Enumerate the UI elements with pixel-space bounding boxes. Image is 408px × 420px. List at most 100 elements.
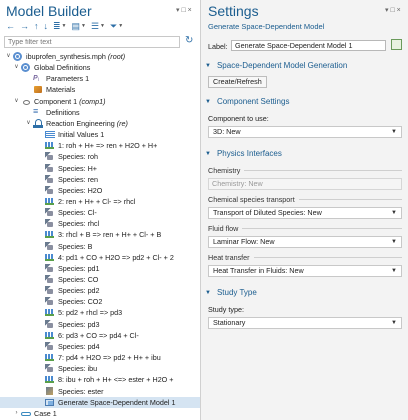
tree-item[interactable]: 1: roh + H+ => ren + H2O + H+ <box>0 140 200 151</box>
tree-item-label: Species: ibu <box>58 364 98 374</box>
create-refresh-button[interactable]: Create/Refresh <box>208 76 267 88</box>
tree-item-species[interactable]: Species: ester <box>0 386 200 397</box>
chevron-down-icon: ▼ <box>391 129 397 135</box>
tree-item-species[interactable]: Species: rhcl <box>0 218 200 229</box>
tree-item-species[interactable]: Species: Cl- <box>0 207 200 218</box>
section-physics[interactable]: ▼ Physics Interfaces <box>205 149 282 158</box>
tree-item[interactable]: 8: ibu + roh + H+ <=> ester + H2O + <box>0 374 200 385</box>
component-icon <box>21 97 31 106</box>
tree-item-species[interactable]: Species: H2O <box>0 185 200 196</box>
tree-item[interactable]: › Case 1 <box>0 408 200 419</box>
chevron-down-icon[interactable]: ▼ <box>118 23 123 29</box>
tree-item-label: 6: pd3 + CO => pd4 + Cl- <box>58 330 139 340</box>
species-icon <box>45 152 55 162</box>
chemical-transport-group-label: Chemical species transport <box>208 195 402 204</box>
species-icon <box>45 319 55 329</box>
expand-collapse-icon[interactable]: ∨ <box>12 96 21 107</box>
tree-item[interactable]: Initial Values 1 <box>0 129 200 140</box>
tree-item[interactable]: 7: pd4 + H2O => pd2 + H+ + ibu <box>0 352 200 363</box>
tree-item-species[interactable]: Species: CO <box>0 274 200 285</box>
tree-item-label: 4: pd1 + CO + H2O => pd2 + Cl- + 2 <box>58 252 174 262</box>
reaction-engineering-icon <box>33 118 43 128</box>
tree-view-icon[interactable]: ▤ <box>72 21 81 31</box>
tree-item[interactable]: 3: rhcl + B => ren + H+ + Cl- + B <box>0 229 200 240</box>
tree-item-label: Species: B <box>58 241 93 251</box>
section-component[interactable]: ▼ Component Settings <box>205 97 289 106</box>
component-to-use-select[interactable]: 3D: New ▼ <box>208 126 402 138</box>
back-arrow-icon[interactable]: ← <box>6 21 15 31</box>
expand-icon[interactable]: › <box>12 408 21 419</box>
fluid-flow-select[interactable]: Laminar Flow: New ▼ <box>208 236 402 248</box>
panel-window-controls[interactable]: ▾ □ × <box>385 6 401 14</box>
tree-item-label: Case 1 <box>34 408 57 418</box>
chevron-down-icon: ▼ <box>205 98 211 105</box>
panel-window-controls[interactable]: ▾ □ × <box>176 6 192 14</box>
chevron-down-icon[interactable]: ▼ <box>62 23 67 29</box>
tree-item-label: Species: pd3 <box>58 319 100 329</box>
chevron-down-icon[interactable]: ▼ <box>100 23 105 29</box>
list-options-icon[interactable]: ☰ <box>91 21 99 31</box>
section-study[interactable]: ▼ Study Type <box>205 288 257 297</box>
tree-item[interactable]: ∨ Reaction Engineering (re) <box>0 118 200 129</box>
chevron-down-icon: ▼ <box>205 289 211 296</box>
ester-species-icon <box>45 386 55 396</box>
move-down-icon[interactable]: ↓ <box>44 21 49 31</box>
tree-item[interactable]: ∨ Global Definitions <box>0 62 200 73</box>
tree-item-species[interactable]: Species: roh <box>0 151 200 162</box>
model-builder-panel: Model Builder ▾ □ × ← → ↑ ↓ ≣ ▼ ▤ ▼ ☰ ▼ ⏷ ▼ … <box>0 0 200 420</box>
tree-item-species[interactable]: Species: ibu <box>0 363 200 374</box>
tree-item[interactable]: 2: ren + H+ + Cl- => rhcl <box>0 196 200 207</box>
heat-transfer-select[interactable]: Heat Transfer in Fluids: New ▼ <box>208 265 402 277</box>
study-type-select[interactable]: Stationary ▼ <box>208 317 402 329</box>
label-options-icon[interactable] <box>391 39 402 50</box>
tree-item[interactable]: Materials <box>0 84 200 95</box>
filter-icon[interactable]: ⏷ <box>110 21 117 31</box>
study-type-caption: Study type: <box>208 305 244 314</box>
tree-item[interactable]: Definitions <box>0 106 200 118</box>
model-builder-toolbar: ← → ↑ ↓ ≣ ▼ ▤ ▼ ☰ ▼ ⏷ ▼ <box>6 20 123 32</box>
tree-item-species[interactable]: Species: pd2 <box>0 285 200 296</box>
tree-item[interactable]: 5: pd2 + rhcl => pd3 <box>0 307 200 318</box>
chevron-down-icon[interactable]: ▼ <box>81 23 86 29</box>
tree-item[interactable]: 6: pd3 + CO => pd4 + Cl- <box>0 330 200 341</box>
tree-item-label: Species: H2O <box>58 185 103 195</box>
tree-item-species[interactable]: Species: CO2 <box>0 296 200 307</box>
species-icon <box>45 208 55 218</box>
tree-item-species[interactable]: Species: ren <box>0 174 200 185</box>
heat-transfer-value: Heat Transfer in Fluids: New <box>213 266 304 275</box>
tree-item[interactable]: ∨ Component 1 (comp1) <box>0 96 200 107</box>
tree-item[interactable]: Parameters 1 <box>0 73 200 86</box>
tree-item[interactable]: 4: pd1 + CO + H2O => pd2 + Cl- + 2 <box>0 252 200 263</box>
tree-item[interactable]: ∨ ibuprofen_synthesis.mph (root) <box>0 51 200 62</box>
chemical-transport-select[interactable]: Transport of Diluted Species: New ▼ <box>208 207 402 219</box>
section-component-label: Component Settings <box>216 97 290 106</box>
tree-item-species[interactable]: Species: H+ <box>0 163 200 174</box>
tree-item-species[interactable]: Species: pd1 <box>0 263 200 274</box>
reversible-reaction-icon <box>45 375 55 384</box>
parameters-icon <box>33 73 43 86</box>
tree-item-species[interactable]: Species: pd4 <box>0 341 200 352</box>
chevron-down-icon: ▼ <box>205 150 211 157</box>
show-more-options-icon[interactable]: ≣ <box>53 21 61 31</box>
species-icon <box>45 341 55 351</box>
expand-collapse-icon[interactable]: ∨ <box>4 51 13 62</box>
tree-item-species[interactable]: Species: B <box>0 241 200 252</box>
tree-item-label: 7: pd4 + H2O => pd2 + H+ + ibu <box>58 353 161 363</box>
tree-item[interactable]: Generate Space-Dependent Model 1 <box>0 396 200 408</box>
species-icon <box>45 286 55 296</box>
tree-item-label: 3: rhcl + B => ren + H+ + Cl- + B <box>58 230 162 240</box>
chevron-down-icon: ▼ <box>391 239 397 245</box>
tree-item-species[interactable]: Species: pd3 <box>0 319 200 330</box>
expand-collapse-icon[interactable]: ∨ <box>12 62 21 73</box>
move-up-icon[interactable]: ↑ <box>34 21 39 31</box>
forward-arrow-icon[interactable]: → <box>20 21 29 31</box>
settings-title: Settings <box>208 3 259 19</box>
section-generation[interactable]: ▼ Space-Dependent Model Generation <box>205 61 347 70</box>
expand-collapse-icon[interactable]: ∨ <box>24 118 33 129</box>
refresh-icon[interactable]: ↻ <box>185 35 193 46</box>
label-field[interactable]: Generate Space-Dependent Model 1 <box>231 40 386 51</box>
tree-item-label: Species: H+ <box>58 163 97 173</box>
section-study-label: Study Type <box>216 288 257 297</box>
tree-filter-input[interactable] <box>4 36 180 48</box>
chevron-down-icon: ▼ <box>391 210 397 216</box>
